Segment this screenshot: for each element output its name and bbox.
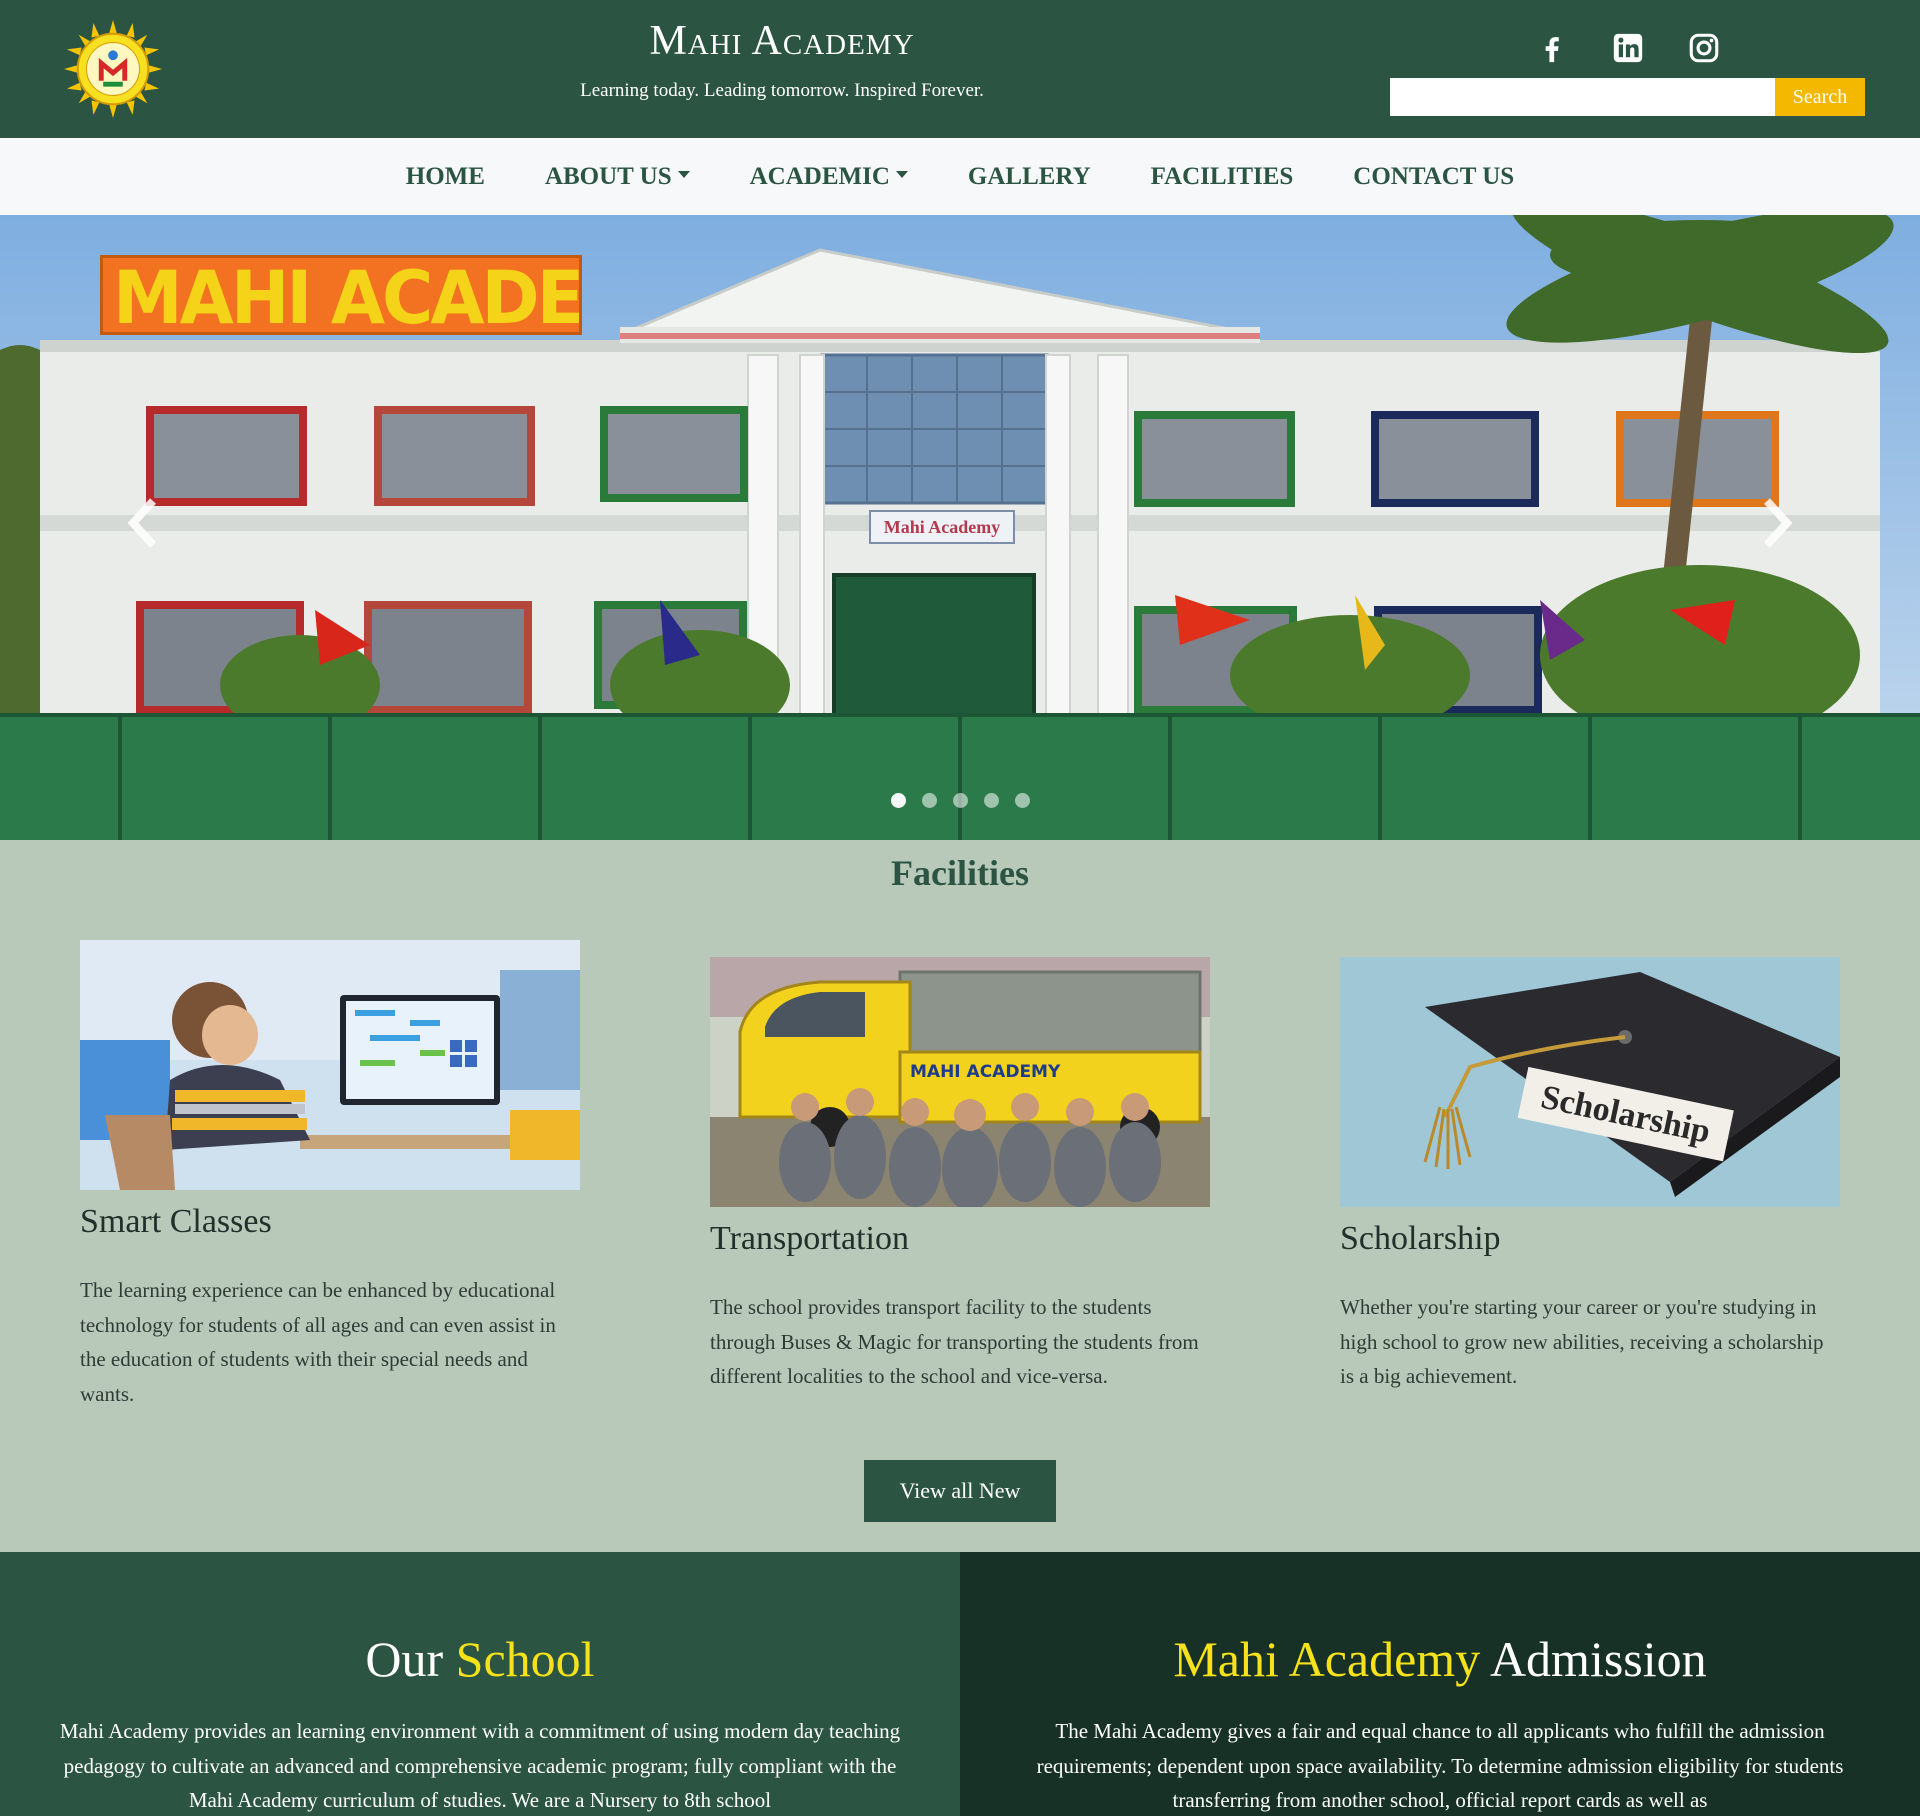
nav-contact-us-label: CONTACT US xyxy=(1353,162,1515,190)
facility-card-title: Scholarship xyxy=(1340,1220,1501,1257)
nav-gallery-label: GALLERY xyxy=(967,162,1091,190)
bus-sign-text: MAHI ACADEMY xyxy=(910,1062,1061,1082)
admission-heading-highlight: Mahi Academy xyxy=(1173,1631,1481,1687)
hero-sign-text: MAHI ACADEMY xyxy=(113,255,582,335)
search-button[interactable]: Search xyxy=(1775,78,1865,116)
admission-heading-plain: Admission xyxy=(1480,1631,1707,1687)
facility-card-title: Transportation xyxy=(710,1220,909,1257)
carousel-dot-5[interactable] xyxy=(1014,793,1030,808)
facility-card-text: Whether you're starting your career or y… xyxy=(1340,1295,1824,1388)
admission-section: Mahi Academy Admission The Mahi Academy … xyxy=(960,1552,1920,1816)
nav-about-us[interactable]: ABOUT US xyxy=(545,163,690,191)
linkedin-icon[interactable] xyxy=(1608,28,1648,68)
social-links xyxy=(1532,28,1732,72)
nav-facilities[interactable]: FACILITIES xyxy=(1151,163,1294,191)
nav-about-us-label: ABOUT US xyxy=(544,162,672,190)
search-form: Search xyxy=(1390,78,1865,116)
main-nav: HOME ABOUT US ACADEMIC GALLERY FACILITIE… xyxy=(0,138,1920,215)
facility-card-text: The learning experience can be enhanced … xyxy=(80,1278,556,1406)
caret-down-icon xyxy=(677,171,690,178)
our-school-heading-highlight: School xyxy=(455,1631,595,1687)
carousel-indicators xyxy=(0,793,1920,808)
smart-classes-image xyxy=(80,940,580,1190)
brand-block: Mahi Academy Learning today. Leading tom… xyxy=(0,16,1564,102)
our-school-text: Mahi Academy provides an learning enviro… xyxy=(59,1719,901,1812)
facility-card-text: The school provides transport facility t… xyxy=(710,1295,1199,1388)
facility-card-title: Smart Classes xyxy=(80,1203,272,1240)
carousel-dot-3[interactable] xyxy=(952,793,968,808)
carousel-dot-2[interactable] xyxy=(921,793,937,808)
instagram-icon[interactable] xyxy=(1684,28,1724,68)
admission-heading: Mahi Academy Admission xyxy=(960,1630,1920,1688)
facilities-heading: Facilities xyxy=(891,853,1029,893)
nav-facilities-label: FACILITIES xyxy=(1150,162,1294,190)
scholarship-image: Scholarship xyxy=(1340,957,1840,1207)
caret-down-icon xyxy=(895,171,908,178)
nav-home-label: HOME xyxy=(405,162,485,190)
site-title[interactable]: Mahi Academy xyxy=(0,16,1564,66)
nav-academic-label: ACADEMIC xyxy=(749,162,890,190)
nav-contact-us[interactable]: CONTACT US xyxy=(1353,163,1514,191)
carousel-dot-4[interactable] xyxy=(983,793,999,808)
view-all-button[interactable]: View all New xyxy=(864,1460,1056,1522)
hero-name-plate: Mahi Academy xyxy=(869,510,1015,544)
site-tagline: Learning today. Leading tomorrow. Inspir… xyxy=(580,80,984,101)
site-header: Mahi Academy Learning today. Leading tom… xyxy=(0,0,1920,138)
nav-academic[interactable]: ACADEMIC xyxy=(750,163,908,191)
hero-carousel: MAHI ACADEMY Mahi Academy xyxy=(0,215,1920,840)
transportation-image: MAHI ACADEMY xyxy=(710,957,1210,1207)
our-school-heading-plain: Our xyxy=(365,1631,456,1687)
carousel-next-arrow-icon[interactable] xyxy=(1752,493,1802,553)
hero-sign: MAHI ACADEMY xyxy=(100,255,582,335)
our-school-heading: Our School xyxy=(0,1630,960,1688)
carousel-prev-arrow-icon[interactable] xyxy=(118,493,168,553)
nav-home[interactable]: HOME xyxy=(406,163,485,191)
carousel-dot-1[interactable] xyxy=(890,793,906,808)
search-input[interactable] xyxy=(1390,78,1775,116)
our-school-section: Our School Mahi Academy provides an lear… xyxy=(0,1552,960,1816)
facebook-icon[interactable] xyxy=(1532,28,1572,68)
nav-gallery[interactable]: GALLERY xyxy=(968,163,1091,191)
admission-text: The Mahi Academy gives a fair and equal … xyxy=(1036,1719,1844,1812)
